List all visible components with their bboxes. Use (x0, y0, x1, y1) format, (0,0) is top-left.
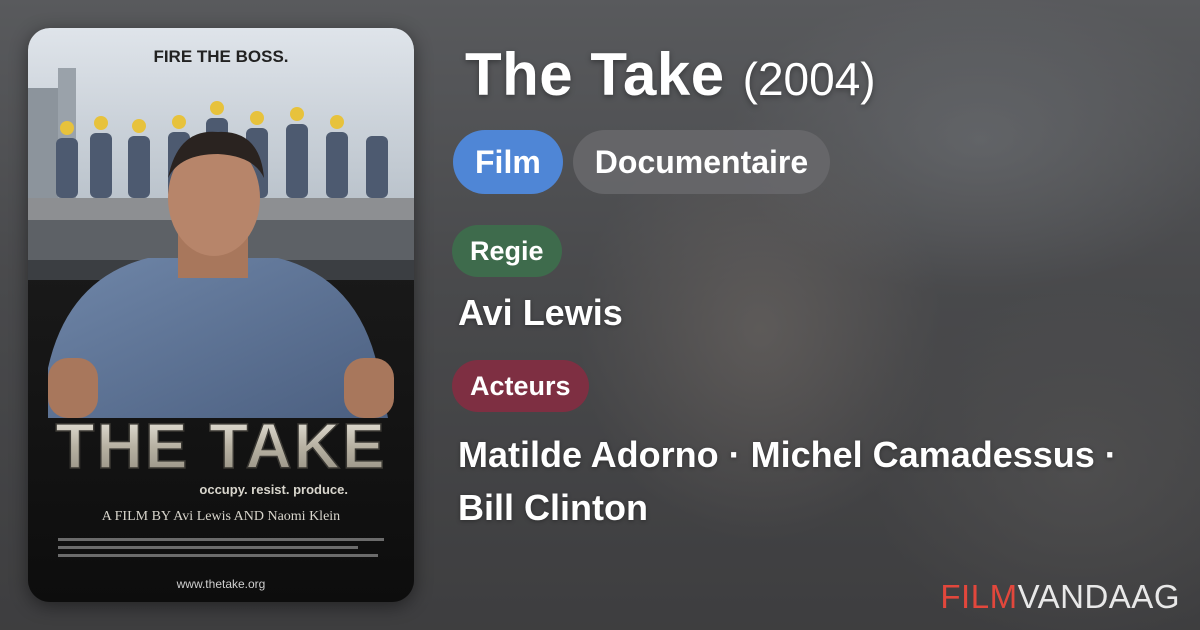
brand-part-film: FILM (940, 578, 1018, 615)
type-chip[interactable]: Film (453, 130, 563, 194)
cast-label: Acteurs (452, 360, 589, 412)
movie-poster: FIRE THE BOSS. THE TAKE occupy. resist. … (28, 28, 414, 602)
poster-tagline: FIRE THE BOSS. (153, 47, 288, 66)
cast-line-1[interactable]: Matilde Adorno · Michel Camadessus · (458, 428, 1178, 481)
brand-part-vandaag: VANDAAG (1017, 578, 1180, 615)
poster-title: THE TAKE (55, 410, 386, 482)
director-label: Regie (452, 225, 562, 277)
poster-url: www.thetake.org (176, 577, 266, 591)
director-name[interactable]: Avi Lewis (458, 292, 623, 334)
brand-logo[interactable]: FILMVANDAAG (940, 578, 1180, 616)
tag-row: Film Documentaire (453, 130, 831, 194)
poster-subtitle: occupy. resist. produce. (199, 482, 348, 497)
cast-list: Matilde Adorno · Michel Camadessus · Bil… (458, 428, 1178, 534)
genre-chip[interactable]: Documentaire (572, 130, 831, 194)
poster-credit: A FILM BY Avi Lewis AND Naomi Klein (102, 509, 340, 524)
movie-title: The Take (465, 41, 725, 108)
cast-line-2[interactable]: Bill Clinton (458, 481, 1178, 534)
title-row: The Take (2004) (465, 40, 876, 109)
movie-year: (2004) (742, 53, 876, 105)
